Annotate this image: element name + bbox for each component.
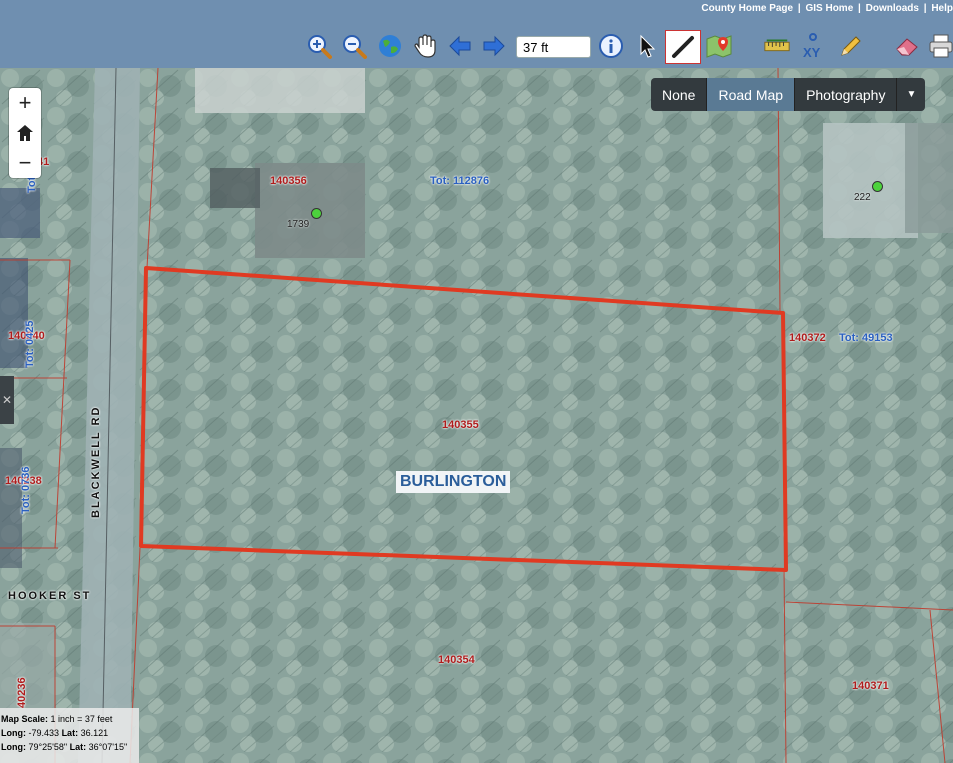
parcel-label: 140371 [852, 680, 889, 692]
basemap-none-button[interactable]: None [651, 78, 708, 111]
scale-value: 1 inch = 37 feet [50, 714, 113, 724]
coordinate-readout: Map Scale: 1 inch = 37 feet Long: -79.43… [0, 708, 139, 763]
pan-hand-icon[interactable] [411, 32, 439, 60]
help-link[interactable]: Help [931, 3, 953, 14]
lat-value: 36.121 [80, 728, 109, 738]
globe-icon[interactable] [376, 32, 404, 60]
address-label: 222 [854, 192, 871, 203]
lat-dms-label: Lat: [69, 742, 87, 752]
zoom-control: + − [9, 88, 41, 178]
basemap-toggle: None Road Map Photography ▼ [651, 78, 926, 111]
side-panel-close-icon[interactable]: ✕ [0, 376, 14, 424]
xy-coordinates-icon[interactable]: XY [799, 32, 827, 60]
svg-text:XY: XY [803, 45, 821, 60]
map-view[interactable]: 140356 Tot: 112876 1739 222 140372 Tot: … [0, 68, 953, 763]
eraser-icon[interactable] [893, 32, 921, 60]
parcel-label: 140355 [442, 419, 479, 431]
address-label: 1739 [287, 219, 310, 230]
info-icon[interactable] [597, 32, 625, 60]
aerial-imagery [0, 68, 953, 763]
map-pin-icon[interactable] [705, 32, 733, 60]
zoom-in-icon[interactable] [305, 32, 333, 60]
total-label: Tot: 0736 [20, 466, 32, 514]
top-links: County Home Page | GIS Home | Downloads … [701, 3, 953, 14]
total-label: Tot: 112876 [430, 175, 490, 187]
address-point-marker[interactable] [311, 208, 322, 219]
scale-input[interactable] [516, 36, 591, 58]
lat-label: Lat: [61, 728, 79, 738]
basemap-roadmap-button[interactable]: Road Map [707, 78, 796, 111]
home-icon[interactable] [9, 118, 41, 148]
pencil-icon[interactable] [836, 32, 864, 60]
measure-ruler-icon[interactable] [763, 32, 791, 60]
total-label: Tot: 0425 [24, 320, 36, 368]
parcel-label: 140356 [270, 175, 307, 187]
long-dms-label: Long: [1, 742, 26, 752]
city-label: BURLINGTON [396, 471, 511, 493]
zoom-in-button[interactable]: + [9, 88, 41, 118]
print-icon[interactable] [927, 32, 953, 60]
back-arrow-icon[interactable] [446, 32, 474, 60]
parcel-label: 140372 [789, 332, 826, 344]
address-point-marker[interactable] [872, 181, 883, 192]
select-pointer-icon[interactable] [633, 32, 661, 60]
total-label: Tot [26, 176, 38, 193]
street-label: BLACKWELL RD [90, 405, 102, 518]
basemap-dropdown-caret-icon[interactable]: ▼ [897, 78, 926, 111]
parcel-label: 40236 [16, 677, 28, 708]
lat-dms-value: 36°07'15" [88, 742, 128, 752]
forward-arrow-icon[interactable] [480, 32, 508, 60]
total-label: Tot: 49153 [839, 332, 893, 344]
scale-label: Map Scale: [1, 714, 49, 724]
basemap-photography-button[interactable]: Photography [795, 78, 898, 111]
downloads-link[interactable]: Downloads [866, 3, 919, 14]
top-toolbar: County Home Page | GIS Home | Downloads … [0, 0, 953, 68]
street-label: HOOKER ST [8, 590, 92, 602]
long-dms-value: 79°25'58" [28, 742, 68, 752]
county-home-link[interactable]: County Home Page [701, 3, 793, 14]
draw-line-icon[interactable] [665, 30, 701, 64]
long-label: Long: [1, 728, 26, 738]
zoom-out-button[interactable]: − [9, 148, 41, 178]
zoom-out-icon[interactable] [340, 32, 368, 60]
long-value: -79.433 [28, 728, 60, 738]
gis-home-link[interactable]: GIS Home [805, 3, 853, 14]
parcel-label: 140354 [438, 654, 475, 666]
